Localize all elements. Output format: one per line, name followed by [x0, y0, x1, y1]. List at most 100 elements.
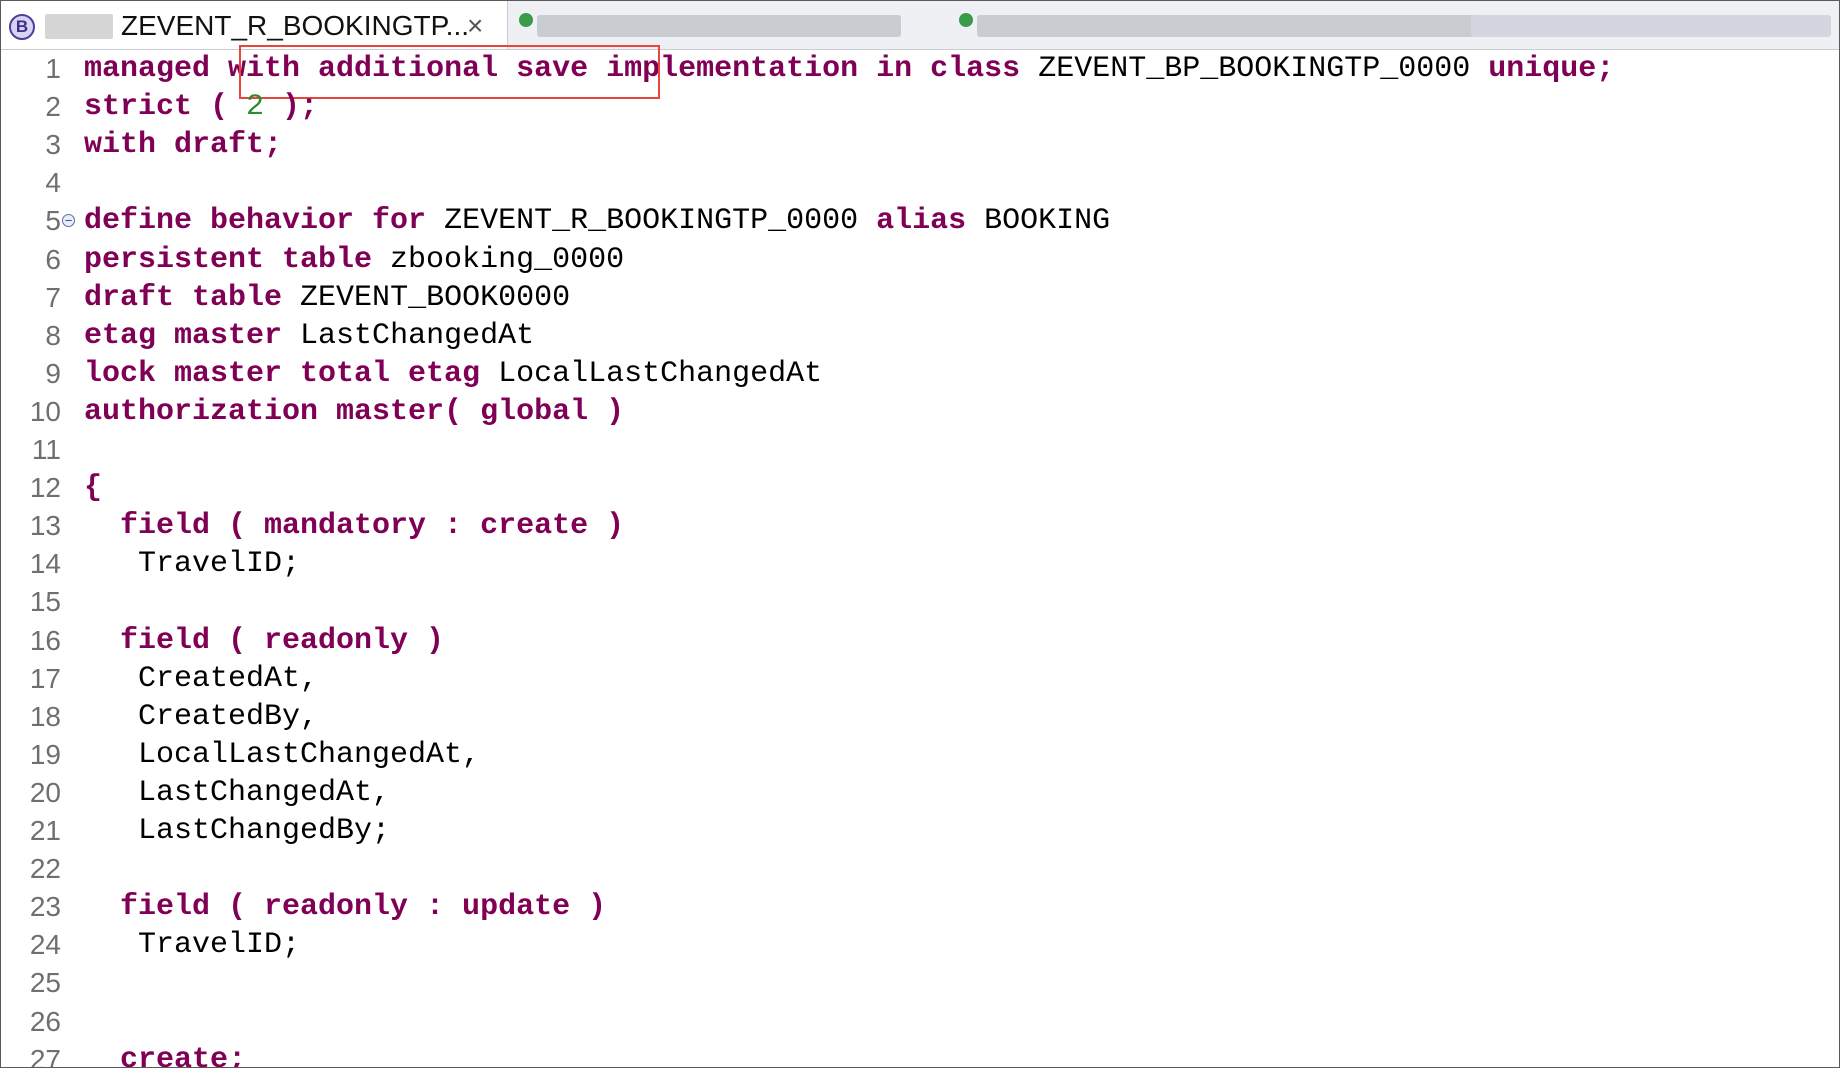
keyword-token: lock master total etag	[84, 356, 481, 391]
code-editor[interactable]: 1 managed with additional save implementa…	[1, 45, 1839, 1068]
code-line[interactable]: 23 field ( readonly : update )	[1, 888, 1839, 926]
identifier-token: LocalLastChangedAt,	[84, 737, 481, 772]
redacted-tab-prefix	[45, 14, 113, 39]
identifier-token: TravelID;	[84, 547, 301, 582]
line-number: 19	[29, 738, 61, 770]
collapse-fold-icon[interactable]: −	[62, 214, 75, 228]
line-number: 4	[45, 167, 61, 199]
identifier-token: LocalLastChangedAt	[480, 356, 823, 391]
code-line[interactable]: 3 with draft;	[1, 126, 1839, 164]
code-line[interactable]: 9 lock master total etag LocalLastChanged…	[1, 355, 1839, 393]
identifier-token: LastChangedAt	[282, 318, 535, 353]
keyword-token: strict (	[84, 90, 247, 125]
identifier-token: LastChangedAt,	[84, 775, 391, 810]
line-number: 3	[45, 129, 61, 161]
code-line[interactable]: 22	[1, 850, 1839, 888]
close-icon[interactable]: ×	[467, 10, 483, 42]
code-text: with draft;	[84, 126, 282, 164]
code-line[interactable]: 1 managed with additional save implementa…	[1, 45, 1839, 99]
code-line[interactable]: 18 CreatedBy,	[1, 698, 1839, 736]
code-text: persistent table zbooking_0000	[84, 241, 624, 279]
number-token: 2	[246, 90, 265, 125]
line-number: 16	[29, 624, 61, 656]
identifier-token	[588, 52, 606, 86]
keyword-token: implementation in class	[606, 52, 1021, 86]
keyword-token: define behavior for	[84, 204, 427, 239]
code-line[interactable]: 10 authorization master( global )	[1, 393, 1839, 431]
code-line[interactable]: 7 draft table ZEVENT_BOOK0000	[1, 279, 1839, 317]
code-text: {	[84, 469, 102, 507]
keyword-token: authorization master( global )	[84, 394, 625, 429]
code-line[interactable]: 8 etag master LastChangedAt	[1, 317, 1839, 355]
line-number: 26	[29, 1005, 61, 1037]
identifier-token: CreatedBy,	[84, 699, 319, 734]
keyword-token: draft table	[84, 280, 283, 315]
code-text: field ( readonly )	[84, 622, 444, 660]
tab-title: ZEVENT_R_BOOKINGTP...	[121, 10, 470, 41]
code-line[interactable]: 2 strict ( 2 );	[1, 88, 1839, 126]
line-number: 11	[31, 434, 61, 465]
redacted-tab[interactable]	[537, 15, 901, 37]
code-text: LastChangedBy;	[84, 812, 390, 850]
line-number: 5	[45, 205, 61, 237]
line-number: 25	[29, 967, 61, 999]
code-line[interactable]: 4	[1, 164, 1839, 202]
code-text: field ( readonly : update )	[84, 888, 606, 926]
line-number: 13	[29, 510, 61, 542]
code-text: define behavior for ZEVENT_R_BOOKINGTP_0…	[84, 202, 1110, 240]
code-text: LocalLastChangedAt,	[84, 736, 480, 774]
code-line[interactable]: 14 TravelID;	[1, 545, 1839, 583]
code-text: CreatedAt,	[84, 660, 318, 698]
code-line[interactable]: 17 CreatedAt,	[1, 660, 1839, 698]
code-line[interactable]: 21 LastChangedBy;	[1, 812, 1839, 850]
code-line[interactable]: 6 persistent table zbooking_0000	[1, 241, 1839, 279]
keyword-token: managed	[84, 52, 229, 86]
identifier-token: TravelID;	[84, 928, 301, 963]
keyword-token: persistent table	[84, 242, 373, 277]
code-line[interactable]: 26	[1, 1003, 1839, 1041]
redacted-tab[interactable]	[1471, 15, 1831, 37]
keyword-token: field ( readonly : update )	[84, 890, 607, 925]
editor-window: B ZEVENT_R_BOOKINGTP... × 1 managed with …	[0, 0, 1840, 1068]
behavior-definition-icon: B	[9, 14, 35, 40]
code-line[interactable]: 24 TravelID;	[1, 926, 1839, 964]
line-number: 10	[29, 395, 61, 427]
code-line[interactable]: 13 field ( mandatory : create )	[1, 507, 1839, 545]
line-number: 18	[29, 700, 61, 732]
keyword-token: alias	[876, 204, 967, 239]
keyword-token: with draft;	[84, 128, 283, 163]
identifier-token: zbooking_0000	[372, 242, 625, 277]
code-line[interactable]: 5− define behavior for ZEVENT_R_BOOKINGTP…	[1, 202, 1839, 240]
code-text: strict ( 2 );	[84, 88, 318, 126]
code-text: authorization master( global )	[84, 393, 624, 431]
code-line[interactable]: 16 field ( readonly )	[1, 622, 1839, 660]
redacted-tab-icon	[519, 13, 533, 27]
code-text: TravelID;	[84, 545, 300, 583]
code-line[interactable]: 20 LastChangedAt,	[1, 774, 1839, 812]
code-line[interactable]: 12 {	[1, 469, 1839, 507]
editor-tab-bar: B ZEVENT_R_BOOKINGTP... ×	[1, 1, 1839, 50]
code-text: draft table ZEVENT_BOOK0000	[84, 279, 570, 317]
code-line[interactable]: 11	[1, 431, 1839, 469]
keyword-token: etag master	[84, 318, 283, 353]
code-text: lock master total etag LocalLastChangedA…	[84, 355, 822, 393]
tab-zevent-r-bookingtp[interactable]: B ZEVENT_R_BOOKINGTP... ×	[1, 1, 508, 49]
code-line[interactable]: 15	[1, 583, 1839, 621]
code-line[interactable]: 19 LocalLastChangedAt,	[1, 736, 1839, 774]
code-text: create;	[84, 1041, 247, 1068]
redacted-tab[interactable]	[977, 15, 1477, 37]
keyword-token: unique;	[1488, 52, 1615, 86]
line-number: 27	[29, 1043, 61, 1068]
code-text: TravelID;	[84, 926, 300, 964]
code-text: field ( mandatory : create )	[84, 507, 624, 545]
line-number: 14	[29, 548, 61, 580]
code-line[interactable]: 27 create;	[1, 1041, 1839, 1068]
keyword-token: );	[264, 90, 319, 125]
line-number: 6	[45, 243, 61, 275]
code-line[interactable]: 25	[1, 964, 1839, 1002]
keyword-token: field ( mandatory : create )	[84, 509, 625, 544]
redacted-tab-icon	[959, 13, 973, 27]
line-number: 21	[29, 815, 61, 846]
keyword-token: create;	[84, 1042, 247, 1068]
identifier-token: ZEVENT_R_BOOKINGTP_0000	[426, 204, 877, 239]
